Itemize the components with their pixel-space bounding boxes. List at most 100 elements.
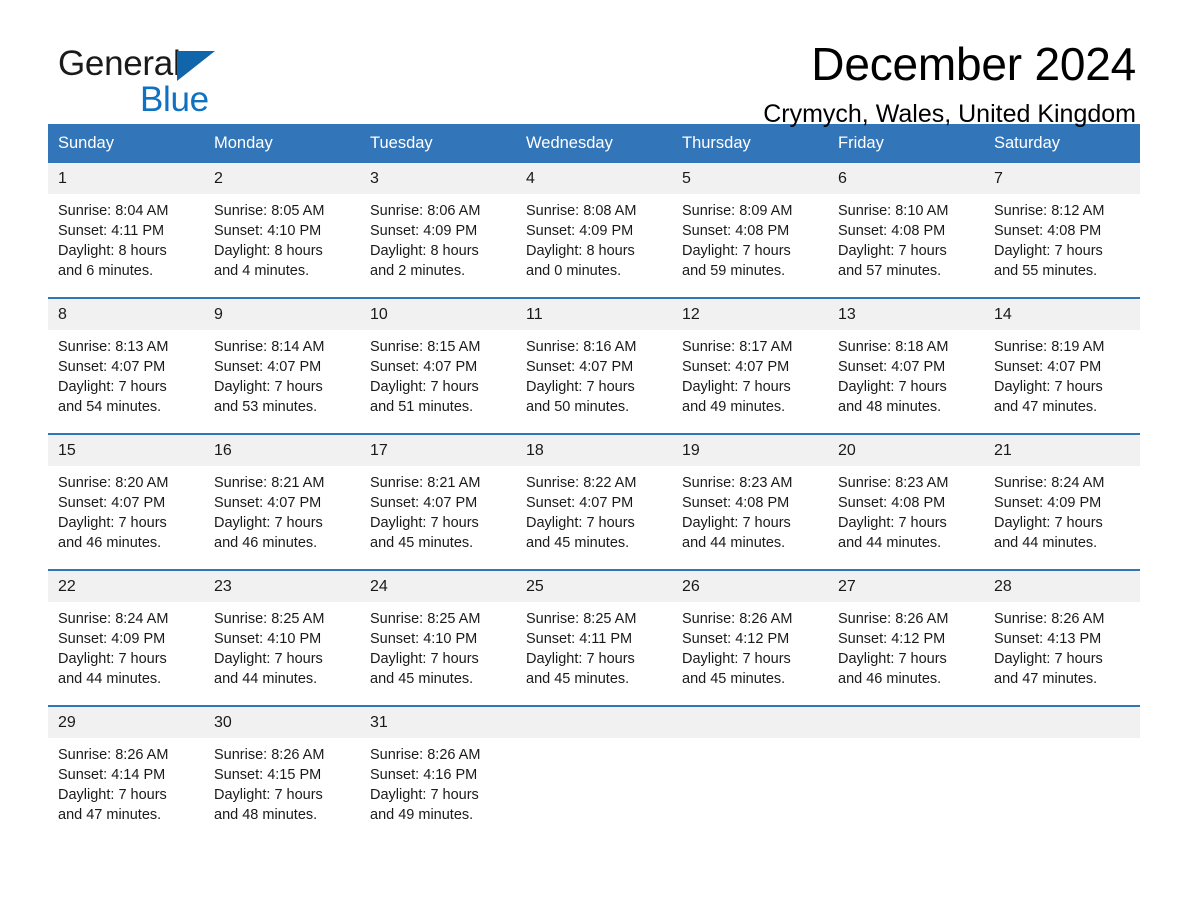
calendar-day-cell[interactable]: 10 Sunrise: 8:15 AM Sunset: 4:07 PM Dayligh… [360,297,516,434]
sunset-text: Sunset: 4:07 PM [58,359,166,375]
calendar-day-cell[interactable]: 7 Sunrise: 8:12 AM Sunset: 4:08 PM Daylight… [984,163,1140,298]
day-number: 15 [48,435,204,466]
calendar-day-cell[interactable]: 6 Sunrise: 8:10 AM Sunset: 4:08 PM Daylight… [828,163,984,298]
calendar-day-cell[interactable]: 26 Sunrise: 8:26 AM Sunset: 4:12 PM Dayligh… [672,569,828,706]
day-number: 26 [672,571,828,602]
sunrise-text: Sunrise: 8:23 AM [838,475,949,491]
day-details: Sunrise: 8:10 AM Sunset: 4:08 PM Daylight:… [828,194,984,297]
day-number: 7 [984,163,1140,194]
daylight-text-line1: Daylight: 7 hours [526,651,635,667]
calendar-day-cell[interactable]: 16 Sunrise: 8:21 AM Sunset: 4:07 PM Dayligh… [204,433,360,570]
page-header: General Blue December 2024 Crymych, Wale… [48,0,1140,128]
sunrise-text: Sunrise: 8:26 AM [58,747,169,763]
day-details: Sunrise: 8:21 AM Sunset: 4:07 PM Daylight:… [360,466,516,569]
calendar-day-cell[interactable]: 1 Sunrise: 8:04 AM Sunset: 4:11 PM Daylight… [48,163,204,298]
calendar-day-cell[interactable]: 12 Sunrise: 8:17 AM Sunset: 4:07 PM Dayligh… [672,297,828,434]
calendar-day-cell[interactable]: 3 Sunrise: 8:06 AM Sunset: 4:09 PM Daylight… [360,163,516,298]
daylight-text-line1: Daylight: 7 hours [526,515,635,531]
logo-text-general: General [58,44,181,83]
day-number: 27 [828,571,984,602]
sunrise-text: Sunrise: 8:19 AM [994,339,1105,355]
calendar-day-cell[interactable]: 23 Sunrise: 8:25 AM Sunset: 4:10 PM Dayligh… [204,569,360,706]
generalblue-logo[interactable]: General Blue [58,46,388,122]
sunset-text: Sunset: 4:11 PM [58,223,165,239]
sunset-text: Sunset: 4:09 PM [526,223,634,239]
calendar-day-cell[interactable]: 5 Sunrise: 8:09 AM Sunset: 4:08 PM Daylight… [672,163,828,298]
sunrise-sunset-calendar: Sunday Monday Tuesday Wednesday Thursday… [48,124,1140,841]
daylight-text-line1: Daylight: 7 hours [214,651,323,667]
day-number: 13 [828,299,984,330]
sunset-text: Sunset: 4:07 PM [994,359,1102,375]
calendar-day-cell[interactable]: 2 Sunrise: 8:05 AM Sunset: 4:10 PM Daylight… [204,163,360,298]
sunrise-text: Sunrise: 8:21 AM [214,475,325,491]
daylight-text-line2: and 2 minutes. [370,263,466,279]
day-details: Sunrise: 8:06 AM Sunset: 4:09 PM Daylight:… [360,194,516,297]
sunrise-text: Sunrise: 8:24 AM [994,475,1105,491]
daylight-text-line1: Daylight: 7 hours [370,515,479,531]
daylight-text-line1: Daylight: 7 hours [214,787,323,803]
calendar-day-cell[interactable]: 24 Sunrise: 8:25 AM Sunset: 4:10 PM Dayligh… [360,569,516,706]
daylight-text-line2: and 4 minutes. [214,263,310,279]
calendar-day-cell[interactable]: 25 Sunrise: 8:25 AM Sunset: 4:11 PM Dayligh… [516,569,672,706]
daylight-text-line2: and 46 minutes. [58,535,162,551]
day-number: 17 [360,435,516,466]
calendar-day-cell[interactable]: 29 Sunrise: 8:26 AM Sunset: 4:14 PM Dayligh… [48,705,204,841]
daylight-text-line1: Daylight: 7 hours [370,651,479,667]
sunrise-text: Sunrise: 8:24 AM [58,611,169,627]
calendar-day-cell[interactable]: 17 Sunrise: 8:21 AM Sunset: 4:07 PM Dayligh… [360,433,516,570]
daylight-text-line2: and 44 minutes. [58,671,162,687]
sunrise-text: Sunrise: 8:22 AM [526,475,637,491]
calendar-day-cell[interactable]: 9 Sunrise: 8:14 AM Sunset: 4:07 PM Daylight… [204,297,360,434]
day-number: 14 [984,299,1140,330]
daylight-text-line2: and 48 minutes. [838,399,942,415]
calendar-day-cell[interactable]: 4 Sunrise: 8:08 AM Sunset: 4:09 PM Daylight… [516,163,672,298]
day-details: Sunrise: 8:15 AM Sunset: 4:07 PM Daylight:… [360,330,516,433]
calendar-day-cell[interactable]: 15 Sunrise: 8:20 AM Sunset: 4:07 PM Dayligh… [48,433,204,570]
sunset-text: Sunset: 4:08 PM [994,223,1102,239]
calendar-day-cell[interactable]: 13 Sunrise: 8:18 AM Sunset: 4:07 PM Dayligh… [828,297,984,434]
daylight-text-line2: and 57 minutes. [838,263,942,279]
day-number: 28 [984,571,1140,602]
calendar-day-cell[interactable]: 8 Sunrise: 8:13 AM Sunset: 4:07 PM Daylight… [48,297,204,434]
daylight-text-line1: Daylight: 7 hours [682,515,791,531]
daylight-text-line2: and 45 minutes. [526,535,630,551]
calendar-day-cell[interactable]: 21 Sunrise: 8:24 AM Sunset: 4:09 PM Dayligh… [984,433,1140,570]
calendar-day-cell[interactable]: 30 Sunrise: 8:26 AM Sunset: 4:15 PM Dayligh… [204,705,360,841]
daylight-text-line1: Daylight: 8 hours [58,243,167,259]
calendar-day-cell[interactable]: 11 Sunrise: 8:16 AM Sunset: 4:07 PM Dayligh… [516,297,672,434]
sunset-text: Sunset: 4:07 PM [58,495,166,511]
day-details: Sunrise: 8:17 AM Sunset: 4:07 PM Daylight:… [672,330,828,433]
day-number: 20 [828,435,984,466]
calendar-week-row: 15 Sunrise: 8:20 AM Sunset: 4:07 PM Dayligh… [48,433,1140,570]
daylight-text-line2: and 45 minutes. [370,671,474,687]
daylight-text-line2: and 44 minutes. [838,535,942,551]
sunset-text: Sunset: 4:07 PM [214,359,322,375]
day-details: Sunrise: 8:26 AM Sunset: 4:13 PM Daylight:… [984,602,1140,705]
calendar-day-cell[interactable]: 27 Sunrise: 8:26 AM Sunset: 4:12 PM Dayligh… [828,569,984,706]
sunrise-text: Sunrise: 8:25 AM [370,611,481,627]
calendar-day-cell[interactable]: 28 Sunrise: 8:26 AM Sunset: 4:13 PM Dayligh… [984,569,1140,706]
day-number: 18 [516,435,672,466]
calendar-day-cell[interactable]: 14 Sunrise: 8:19 AM Sunset: 4:07 PM Dayligh… [984,297,1140,434]
calendar-day-cell[interactable]: 18 Sunrise: 8:22 AM Sunset: 4:07 PM Dayligh… [516,433,672,570]
calendar-day-cell[interactable]: 19 Sunrise: 8:23 AM Sunset: 4:08 PM Dayligh… [672,433,828,570]
day-details: Sunrise: 8:23 AM Sunset: 4:08 PM Daylight:… [672,466,828,569]
daylight-text-line2: and 44 minutes. [214,671,318,687]
sunrise-text: Sunrise: 8:16 AM [526,339,637,355]
calendar-day-cell[interactable]: 20 Sunrise: 8:23 AM Sunset: 4:08 PM Dayligh… [828,433,984,570]
sunrise-text: Sunrise: 8:06 AM [370,203,481,219]
day-number: 30 [204,707,360,738]
logo-text-blue: Blue [140,80,209,119]
daylight-text-line2: and 53 minutes. [214,399,318,415]
calendar-day-cell[interactable]: 31 Sunrise: 8:26 AM Sunset: 4:16 PM Dayligh… [360,705,516,841]
sunrise-text: Sunrise: 8:26 AM [214,747,325,763]
day-details: Sunrise: 8:22 AM Sunset: 4:07 PM Daylight:… [516,466,672,569]
sunrise-text: Sunrise: 8:20 AM [58,475,169,491]
sunset-text: Sunset: 4:11 PM [526,631,633,647]
calendar-day-cell[interactable]: 22 Sunrise: 8:24 AM Sunset: 4:09 PM Dayligh… [48,569,204,706]
sunset-text: Sunset: 4:08 PM [838,495,946,511]
calendar-body: 1 Sunrise: 8:04 AM Sunset: 4:11 PM Daylight… [48,163,1140,841]
sunset-text: Sunset: 4:07 PM [214,495,322,511]
daylight-text-line2: and 55 minutes. [994,263,1098,279]
day-details: Sunrise: 8:26 AM Sunset: 4:12 PM Daylight:… [828,602,984,705]
